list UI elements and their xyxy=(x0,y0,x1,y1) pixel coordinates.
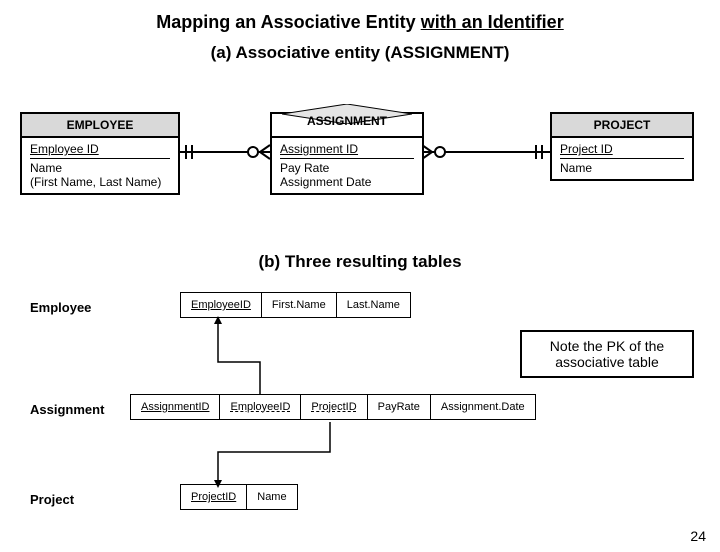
employee-attr-composite: (First Name, Last Name) xyxy=(30,175,170,189)
fk-arrows xyxy=(30,292,690,512)
subtitle-b: (b) Three resulting tables xyxy=(0,252,720,272)
page-number: 24 xyxy=(690,528,706,544)
entity-project: PROJECT Project ID Name xyxy=(550,112,694,181)
entity-assignment-header: ASSIGNMENT xyxy=(272,114,422,128)
assignment-pk: Assignment ID xyxy=(280,142,414,159)
project-attr-name: Name xyxy=(560,161,684,175)
project-pk: Project ID xyxy=(560,142,684,159)
page-title: Mapping an Associative Entity with an Id… xyxy=(0,12,720,33)
entity-employee: EMPLOYEE Employee ID Name (First Name, L… xyxy=(20,112,180,195)
section-b: (b) Three resulting tables xyxy=(0,252,720,272)
assignment-attr-date: Assignment Date xyxy=(280,175,414,189)
entity-assignment: ASSIGNMENT Assignment ID Pay Rate Assign… xyxy=(270,112,424,195)
entity-employee-header: EMPLOYEE xyxy=(22,114,178,138)
entity-project-header: PROJECT xyxy=(552,114,692,138)
relational-tables: Employee EmployeeID First.Name Last.Name… xyxy=(30,292,690,512)
connector-assign-proj xyxy=(422,142,550,162)
title-prefix: Mapping an Associative Entity xyxy=(156,12,420,32)
employee-attr-name: Name xyxy=(30,161,170,175)
title-suffix: with an Identifier xyxy=(421,12,564,32)
note-box: Note the PK of the associative table xyxy=(520,330,694,378)
employee-pk: Employee ID xyxy=(30,142,170,159)
subtitle-a: (a) Associative entity (ASSIGNMENT) xyxy=(0,43,720,63)
erd-diagram: EMPLOYEE Employee ID Name (First Name, L… xyxy=(20,112,700,242)
connector-emp-assign xyxy=(178,142,270,162)
assignment-attr-payrate: Pay Rate xyxy=(280,161,414,175)
